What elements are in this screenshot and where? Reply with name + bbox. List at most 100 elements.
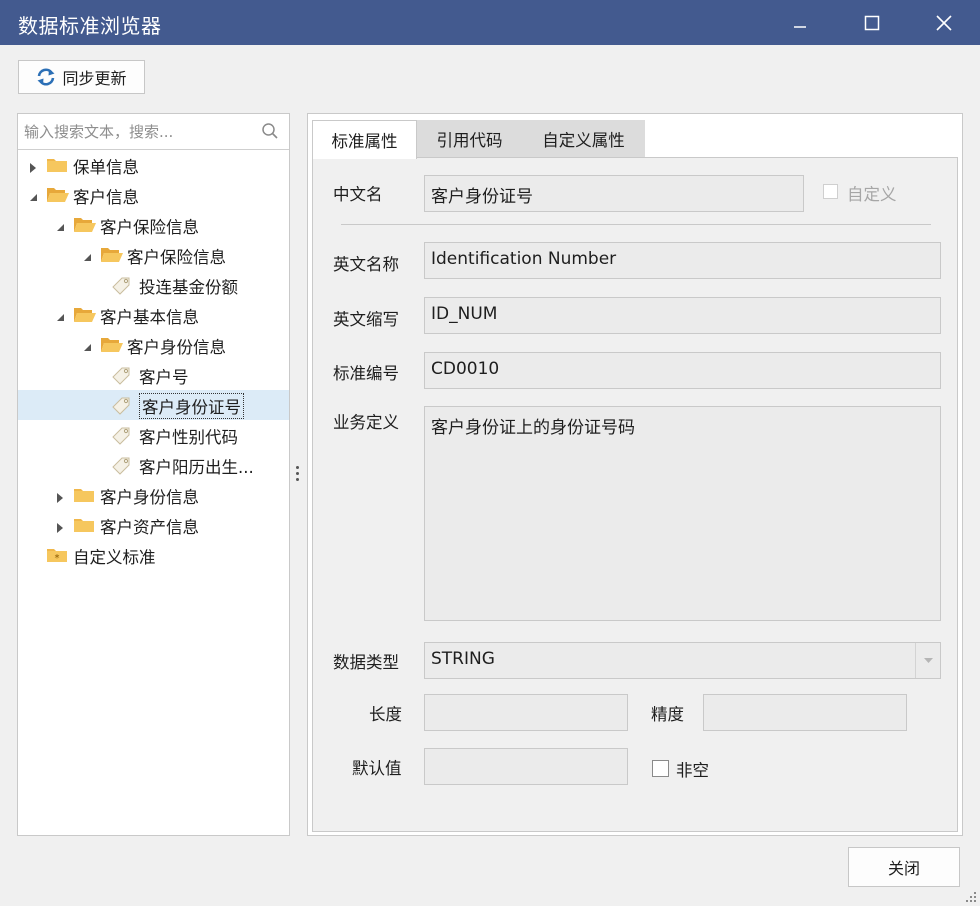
tree-node-label: 客户资产信息 xyxy=(100,518,199,537)
tree-node[interactable]: 客户保险信息 xyxy=(18,210,289,240)
sync-update-label: 同步更新 xyxy=(62,69,127,88)
data-type-select[interactable]: STRING xyxy=(424,642,941,679)
std-no-field[interactable]: CD0010 xyxy=(424,352,941,389)
search-box[interactable]: 输入搜索文本，搜索... xyxy=(18,114,289,150)
expand-arrow-icon[interactable] xyxy=(28,159,38,173)
tree-node-label: 客户信息 xyxy=(73,188,139,207)
not-null-checkbox[interactable] xyxy=(652,760,669,777)
en-abbr-label: 英文缩写 xyxy=(333,310,399,329)
tab-custom-attributes[interactable]: 自定义属性 xyxy=(522,120,645,158)
folder-closed-icon xyxy=(46,156,68,177)
tree-node[interactable]: 客户基本信息 xyxy=(18,300,289,330)
sync-icon xyxy=(37,68,55,86)
tree-node[interactable]: 客户信息 xyxy=(18,180,289,210)
tree-node-label: 自定义标准 xyxy=(73,548,156,567)
minimize-icon xyxy=(794,25,806,28)
tag-icon xyxy=(110,396,132,420)
tree-node-label: 客户性别代码 xyxy=(139,428,238,447)
en-name-field[interactable]: Identification Number xyxy=(424,242,941,279)
tree-node[interactable]: 客户资产信息 xyxy=(18,510,289,540)
custom-folder-icon: * xyxy=(46,546,68,567)
folder-open-icon xyxy=(73,306,97,327)
tree-node[interactable]: 客户身份证号 xyxy=(18,390,289,420)
cn-name-field[interactable]: 客户身份证号 xyxy=(424,175,804,212)
en-name-label: 英文名称 xyxy=(333,255,399,274)
standard-attributes-form: 中文名 客户身份证号 自定义 英文名称 Identification Numbe… xyxy=(312,157,958,832)
close-icon xyxy=(936,14,952,31)
collapse-arrow-icon[interactable] xyxy=(55,309,65,321)
tree-node[interactable]: 客户身份信息 xyxy=(18,480,289,510)
close-window-button[interactable] xyxy=(914,0,974,45)
title-bar: 数据标准浏览器 xyxy=(0,0,980,45)
minimize-button[interactable] xyxy=(770,0,830,45)
maximize-icon xyxy=(864,15,880,30)
tree-node[interactable]: 客户号 xyxy=(18,360,289,390)
biz-def-label: 业务定义 xyxy=(333,413,399,432)
maximize-button[interactable] xyxy=(842,0,902,45)
tree-node[interactable]: 客户性别代码 xyxy=(18,420,289,450)
tree-node-label: 客户保险信息 xyxy=(100,218,199,237)
folder-open-icon xyxy=(46,186,70,207)
data-standard-browser-window: 数据标准浏览器 同步更新 输入搜索文本，搜索... 保单信息 客户信息客户保险信… xyxy=(0,0,980,906)
default-value-label: 默认值 xyxy=(352,759,402,778)
tree-node[interactable]: 客户阳历出生... xyxy=(18,450,289,480)
search-icon[interactable] xyxy=(261,122,279,140)
chevron-down-icon xyxy=(924,658,933,663)
en-abbr-field[interactable]: ID_NUM xyxy=(424,297,941,334)
tag-icon xyxy=(110,456,132,480)
tree-node-label: 客户身份信息 xyxy=(127,338,226,357)
precision-label: 精度 xyxy=(651,705,684,724)
folder-open-icon xyxy=(73,216,97,237)
tree-node-label: 客户保险信息 xyxy=(127,248,226,267)
biz-def-textarea[interactable]: 客户身份证上的身份证号码 xyxy=(424,406,941,621)
tree-node-label: 客户号 xyxy=(139,368,189,387)
expand-arrow-icon[interactable] xyxy=(55,519,65,533)
sync-update-button[interactable]: 同步更新 xyxy=(18,60,145,94)
folder-open-icon xyxy=(100,336,124,357)
svg-text:*: * xyxy=(55,553,60,563)
close-button[interactable]: 关闭 xyxy=(848,847,960,887)
detail-panel: 标准属性 引用代码 自定义属性 中文名 客户身份证号 自定义 英文名称 Iden… xyxy=(307,113,963,836)
tree-panel: 输入搜索文本，搜索... 保单信息 客户信息 客户保险信息 客户保险信息 投连基金份额客… xyxy=(17,113,290,836)
tree-node-label: 客户身份信息 xyxy=(100,488,199,507)
tree-node[interactable]: 客户身份信息 xyxy=(18,330,289,360)
tree-node-label: 投连基金份额 xyxy=(139,278,238,297)
custom-checkbox-label: 自定义 xyxy=(847,185,897,204)
tab-reference-codes[interactable]: 引用代码 xyxy=(417,120,522,158)
folder-closed-icon xyxy=(73,516,95,537)
tab-standard-attributes[interactable]: 标准属性 xyxy=(312,120,417,159)
cn-name-label: 中文名 xyxy=(333,185,383,204)
search-input[interactable]: 输入搜索文本，搜索... xyxy=(24,121,173,142)
not-null-label: 非空 xyxy=(676,761,709,780)
precision-field[interactable] xyxy=(703,694,907,731)
tree-node[interactable]: * 自定义标准 xyxy=(18,540,289,570)
tree-node-label: 客户身份证号 xyxy=(139,393,244,419)
tag-icon xyxy=(110,426,132,450)
collapse-arrow-icon[interactable] xyxy=(82,339,92,351)
tree-node-label: 客户基本信息 xyxy=(100,308,199,327)
data-type-label: 数据类型 xyxy=(333,653,399,672)
tag-icon xyxy=(110,366,132,390)
folder-open-icon xyxy=(100,246,124,267)
tree-node-label: 保单信息 xyxy=(73,158,139,177)
panel-splitter[interactable] xyxy=(296,466,299,484)
tree-node[interactable]: 客户保险信息 xyxy=(18,240,289,270)
length-label: 长度 xyxy=(369,705,402,724)
close-button-label: 关闭 xyxy=(887,859,920,878)
custom-checkbox[interactable] xyxy=(823,184,838,199)
collapse-arrow-icon[interactable] xyxy=(55,219,65,231)
tree-node[interactable]: 保单信息 xyxy=(18,150,289,180)
data-type-dropdown-button[interactable] xyxy=(915,643,941,678)
tag-icon xyxy=(110,276,132,300)
collapse-arrow-icon[interactable] xyxy=(82,249,92,261)
data-type-value: STRING xyxy=(431,649,495,669)
expand-arrow-icon[interactable] xyxy=(55,489,65,503)
default-value-field[interactable] xyxy=(424,748,628,785)
std-no-label: 标准编号 xyxy=(333,364,399,383)
tree-node[interactable]: 投连基金份额 xyxy=(18,270,289,300)
window-title: 数据标准浏览器 xyxy=(18,14,162,38)
resize-grip-icon[interactable] xyxy=(965,891,977,903)
folder-closed-icon xyxy=(73,486,95,507)
collapse-arrow-icon[interactable] xyxy=(28,189,38,201)
length-field[interactable] xyxy=(424,694,628,731)
